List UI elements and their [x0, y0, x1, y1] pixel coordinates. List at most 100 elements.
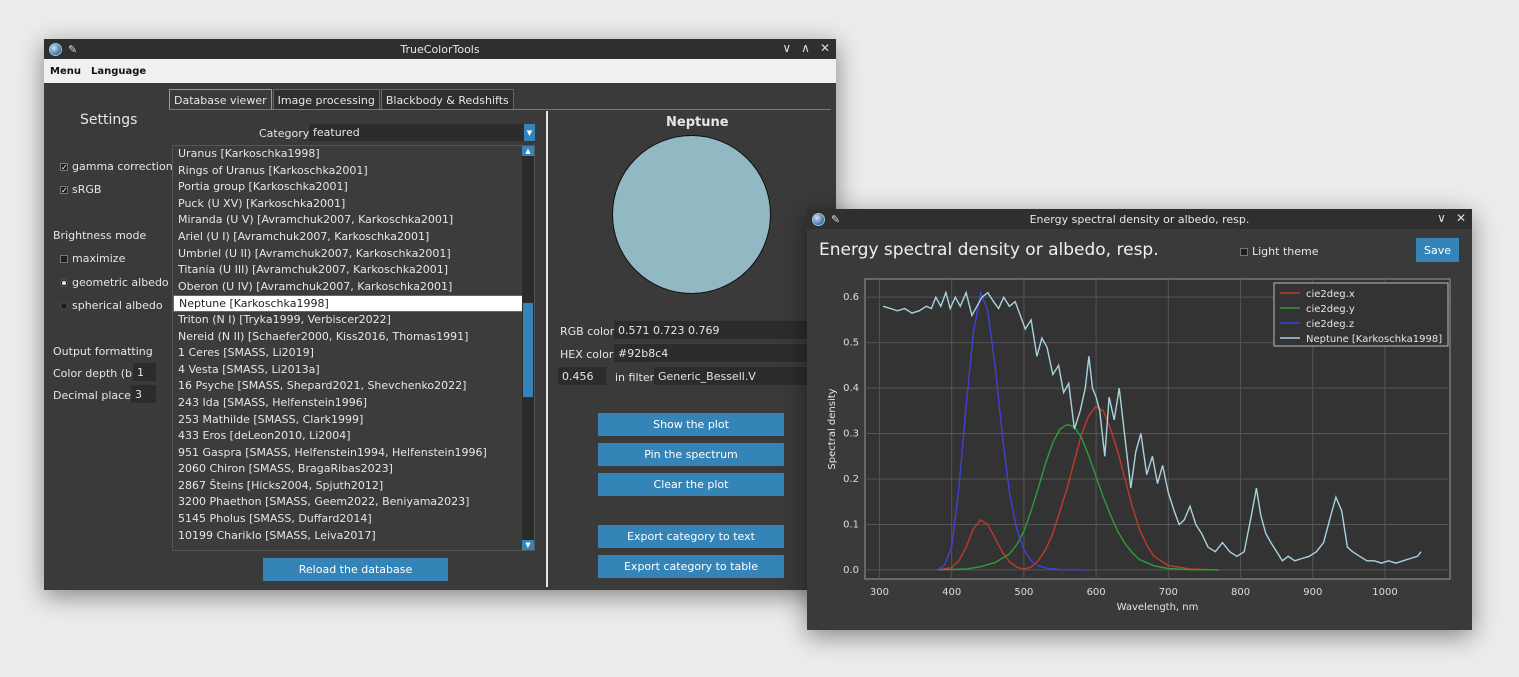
- object-name: Neptune: [666, 115, 729, 130]
- chevron-down-icon: ▼: [524, 124, 535, 141]
- list-item[interactable]: Puck (U XV) [Karkoschka2001]: [173, 196, 534, 213]
- scrollbar-thumb[interactable]: [523, 303, 533, 397]
- list-item[interactable]: 2867 Šteins [Hicks2004, Spjuth2012]: [173, 478, 534, 495]
- list-item[interactable]: 4 Vesta [SMASS, Li2013a]: [173, 362, 534, 379]
- reload-database-button[interactable]: Reload the database: [263, 558, 448, 581]
- maximize-label: maximize: [72, 252, 126, 265]
- list-item[interactable]: 951 Gaspra [SMASS, Helfenstein1994, Helf…: [173, 445, 534, 462]
- list-item[interactable]: Umbriel (U II) [Avramchuk2007, Karkoschk…: [173, 246, 534, 263]
- output-formatting-label: Output formatting: [53, 345, 153, 358]
- x-tick-label: 400: [942, 587, 961, 598]
- close-icon[interactable]: ✕: [820, 41, 830, 55]
- object-list[interactable]: Uranus [Karkoschka1998] Rings of Uranus […: [172, 145, 535, 551]
- tab-divider: [169, 109, 831, 110]
- filter-name-field[interactable]: Generic_Bessell.V: [654, 367, 832, 385]
- scroll-down-icon[interactable]: ▼: [522, 540, 534, 550]
- list-item[interactable]: Triton (N I) [Tryka1999, Verbiscer2022]: [173, 312, 534, 329]
- gamma-correction-label: gamma correction: [72, 160, 173, 173]
- category-value: featured: [313, 126, 360, 139]
- legend-entry: cie2deg.y: [1306, 304, 1355, 315]
- menu-menu[interactable]: Menu: [50, 66, 81, 77]
- color-depth-input[interactable]: 1: [133, 363, 156, 381]
- list-item[interactable]: Titania (U III) [Avramchuk2007, Karkosch…: [173, 262, 534, 279]
- list-item[interactable]: Uranus [Karkoschka1998]: [173, 146, 534, 163]
- scroll-up-icon[interactable]: ▲: [522, 146, 534, 156]
- hex-label: HEX color: [560, 348, 614, 361]
- list-item[interactable]: 2060 Chiron [SMASS, BragaRibas2023]: [173, 461, 534, 478]
- tab-bar: Database viewer Image processing Blackbo…: [169, 89, 515, 110]
- show-plot-button[interactable]: Show the plot: [598, 413, 784, 436]
- checkbox-unchecked-icon: [60, 254, 68, 263]
- brightness-mode-label: Brightness mode: [53, 229, 147, 242]
- menubar: Menu Language: [44, 59, 836, 83]
- in-filter-label: in filter: [615, 371, 655, 384]
- checkbox-checked-icon: ✓: [60, 185, 68, 195]
- checkbox-checked-icon: ✓: [60, 162, 68, 172]
- y-tick-label: 0.0: [843, 565, 859, 576]
- spectrum-chart: 300 400 500 600 700 800 900 1000 0.0 0.1 0.2 0.3 0.4…: [827, 278, 1451, 613]
- export-text-button[interactable]: Export category to text: [598, 525, 784, 548]
- x-tick-label: 900: [1303, 587, 1322, 598]
- list-item[interactable]: 10199 Chariklo [SMASS, Leiva2017]: [173, 528, 534, 545]
- list-item[interactable]: 433 Eros [deLeon2010, Li2004]: [173, 428, 534, 445]
- panel-divider: [546, 111, 548, 587]
- maximize-checkbox[interactable]: maximize: [60, 252, 125, 265]
- list-item[interactable]: Oberon (U IV) [Avramchuk2007, Karkoschka…: [173, 279, 534, 296]
- category-label: Category: [259, 127, 310, 140]
- pin-icon[interactable]: ✎: [68, 43, 77, 56]
- spherical-albedo-label: spherical albedo: [72, 299, 163, 312]
- spherical-albedo-radio[interactable]: spherical albedo: [60, 299, 163, 312]
- gamma-correction-checkbox[interactable]: ✓ gamma correction: [60, 160, 173, 173]
- tab-image-processing[interactable]: Image processing: [272, 89, 380, 110]
- color-swatch: [612, 135, 771, 294]
- list-item[interactable]: 253 Mathilde [SMASS, Clark1999]: [173, 412, 534, 429]
- y-tick-label: 0.5: [843, 338, 859, 349]
- geometric-albedo-label: geometric albedo: [72, 276, 169, 289]
- export-table-button[interactable]: Export category to table: [598, 555, 784, 578]
- list-item[interactable]: Ariel (U I) [Avramchuk2007, Karkoschka20…: [173, 229, 534, 246]
- menu-language[interactable]: Language: [91, 66, 146, 77]
- list-item[interactable]: Portia group [Karkoschka2001]: [173, 179, 534, 196]
- object-list-scrollbar[interactable]: ▲ ▼: [522, 146, 534, 550]
- maximize-icon[interactable]: ∧: [801, 41, 810, 55]
- legend-entry: Neptune [Karkoschka1998]: [1306, 334, 1442, 345]
- list-item[interactable]: 16 Psyche [SMASS, Shepard2021, Shevchenk…: [173, 378, 534, 395]
- srgb-checkbox[interactable]: ✓ sRGB: [60, 183, 101, 196]
- x-tick-label: 600: [1087, 587, 1106, 598]
- pin-spectrum-button[interactable]: Pin the spectrum: [598, 443, 784, 466]
- y-tick-label: 0.2: [843, 474, 859, 485]
- y-tick-label: 0.6: [843, 292, 859, 303]
- decimal-places-label: Decimal places: [53, 389, 137, 402]
- geometric-albedo-radio[interactable]: geometric albedo: [60, 276, 169, 289]
- srgb-label: sRGB: [72, 183, 102, 196]
- x-tick-label: 1000: [1372, 587, 1397, 598]
- list-item[interactable]: Miranda (U V) [Avramchuk2007, Karkoschka…: [173, 212, 534, 229]
- list-item[interactable]: 5145 Pholus [SMASS, Duffard2014]: [173, 511, 534, 528]
- list-item[interactable]: 3200 Phaethon [SMASS, Geem2022, Beniyama…: [173, 494, 534, 511]
- y-tick-label: 0.4: [843, 383, 859, 394]
- tab-database-viewer[interactable]: Database viewer: [169, 89, 272, 110]
- list-item[interactable]: Rings of Uranus [Karkoschka2001]: [173, 163, 534, 180]
- minimize-icon[interactable]: ∨: [782, 41, 791, 55]
- list-item[interactable]: 1 Ceres [SMASS, Li2019]: [173, 345, 534, 362]
- clear-plot-button[interactable]: Clear the plot: [598, 473, 784, 496]
- settings-title: Settings: [80, 112, 138, 128]
- radio-selected-icon: [60, 278, 68, 287]
- rgb-value-field[interactable]: 0.571 0.723 0.769: [614, 321, 832, 339]
- tab-blackbody-redshifts[interactable]: Blackbody & Redshifts: [380, 89, 514, 110]
- x-axis-label: Wavelength, nm: [1117, 602, 1199, 613]
- app-logo-icon: [49, 42, 62, 56]
- category-select[interactable]: featured ▼: [309, 124, 535, 141]
- radio-unselected-icon: [60, 301, 68, 310]
- list-item[interactable]: Neptune [Karkoschka1998]: [173, 295, 534, 312]
- list-item[interactable]: Nereid (N II) [Schaefer2000, Kiss2016, T…: [173, 329, 534, 346]
- main-window: ✎ TrueColorTools ∨ ∧ ✕ Menu Language Set…: [44, 39, 836, 590]
- y-tick-label: 0.1: [843, 519, 859, 530]
- hex-value-field[interactable]: #92b8c4: [614, 344, 832, 362]
- color-depth-label: Color depth (bit): [53, 367, 144, 380]
- decimal-places-input[interactable]: 3: [131, 385, 156, 403]
- main-titlebar[interactable]: ✎ TrueColorTools ∨ ∧ ✕: [44, 39, 836, 59]
- y-axis-label: Spectral density: [827, 388, 838, 469]
- filter-value-field[interactable]: 0.456: [558, 367, 606, 385]
- list-item[interactable]: 243 Ida [SMASS, Helfenstein1996]: [173, 395, 534, 412]
